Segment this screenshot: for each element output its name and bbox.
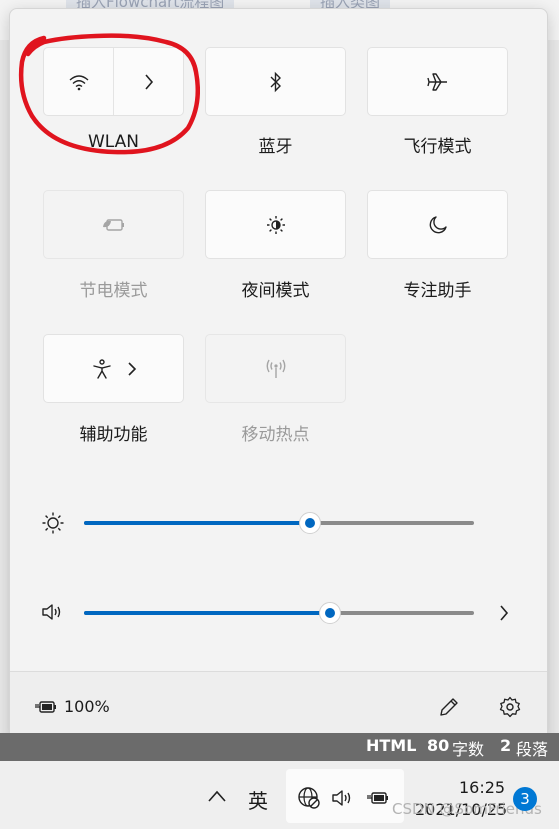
speaker-icon[interactable] <box>40 601 64 623</box>
volume-fill <box>84 611 330 615</box>
editor-status-bar: HTML 80 字数 2 段落 <box>0 733 559 761</box>
tile-airplane-mode[interactable] <box>367 47 508 116</box>
hotspot-icon <box>263 358 289 380</box>
status-paragraph-count: 2 <box>500 736 512 755</box>
tile-label-accessibility: 辅助功能 <box>79 425 148 445</box>
notification-badge[interactable]: 3 <box>513 787 537 811</box>
tile-night-light[interactable] <box>205 190 346 259</box>
tile-wlan <box>43 47 184 116</box>
tile-label-wlan: WLAN <box>87 132 140 152</box>
moon-icon <box>427 214 449 236</box>
tile-label-battery-saver: 节电模式 <box>79 281 148 301</box>
battery-charging-icon <box>34 697 60 717</box>
status-word-unit: 字数 <box>452 740 485 759</box>
airplane-icon <box>426 71 450 93</box>
tile-label-mobile-hotspot: 移动热点 <box>241 425 310 445</box>
volume-slider[interactable] <box>84 602 474 624</box>
tile-label-focus-assist: 专注助手 <box>403 281 472 301</box>
battery-percentage[interactable]: 100% <box>64 697 110 716</box>
input-method-indicator[interactable]: 英 <box>248 785 268 814</box>
chevron-right-icon[interactable] <box>127 361 137 376</box>
battery-saver-icon <box>101 216 127 234</box>
tile-mobile-hotspot[interactable] <box>205 334 346 403</box>
bluetooth-icon <box>269 71 283 93</box>
wlan-toggle-button[interactable] <box>44 48 113 115</box>
tile-accessibility[interactable] <box>43 334 184 403</box>
tile-label-bluetooth: 蓝牙 <box>258 137 293 157</box>
clock-time: 16:25 <box>459 778 506 797</box>
volume-output-chevron-icon[interactable] <box>498 604 510 622</box>
wifi-icon <box>69 74 88 90</box>
status-word-count: 80 <box>427 736 450 755</box>
brightness-thumb[interactable] <box>299 512 321 534</box>
panel-footer: 100% <box>10 671 547 742</box>
quick-settings-panel: WLAN 蓝牙 飞行模式 节电模式 夜间模式 专注助手 辅助功能 移动热点 10… <box>9 8 548 743</box>
wlan-expand-button[interactable] <box>113 48 183 115</box>
brightness-icon <box>41 511 65 535</box>
show-hidden-icons-chevron-up-icon[interactable] <box>207 789 227 803</box>
chevron-right-icon <box>144 73 153 90</box>
tile-focus-assist[interactable] <box>367 190 508 259</box>
volume-tray-icon <box>330 787 354 809</box>
brightness-fill <box>84 521 310 525</box>
volume-thumb[interactable] <box>319 602 341 624</box>
tile-label-night-light: 夜间模式 <box>241 281 310 301</box>
accessibility-icon <box>91 358 113 380</box>
taskbar: 英 16:25 2021/10/25 CSDN @SomFriends 3 <box>0 761 559 829</box>
status-paragraph-unit: 段落 <box>516 740 549 759</box>
system-tray-quick-settings-button[interactable] <box>286 769 404 823</box>
network-globe-icon <box>296 785 322 811</box>
tile-battery-saver[interactable] <box>43 190 184 259</box>
tile-bluetooth[interactable] <box>205 47 346 116</box>
battery-tray-icon <box>366 788 392 808</box>
status-format: HTML <box>366 736 417 755</box>
brightness-slider[interactable] <box>84 512 474 534</box>
night-light-icon <box>265 214 287 236</box>
pencil-icon[interactable] <box>437 695 461 719</box>
gear-icon[interactable] <box>498 695 522 719</box>
tile-label-airplane-mode: 飞行模式 <box>403 137 472 157</box>
